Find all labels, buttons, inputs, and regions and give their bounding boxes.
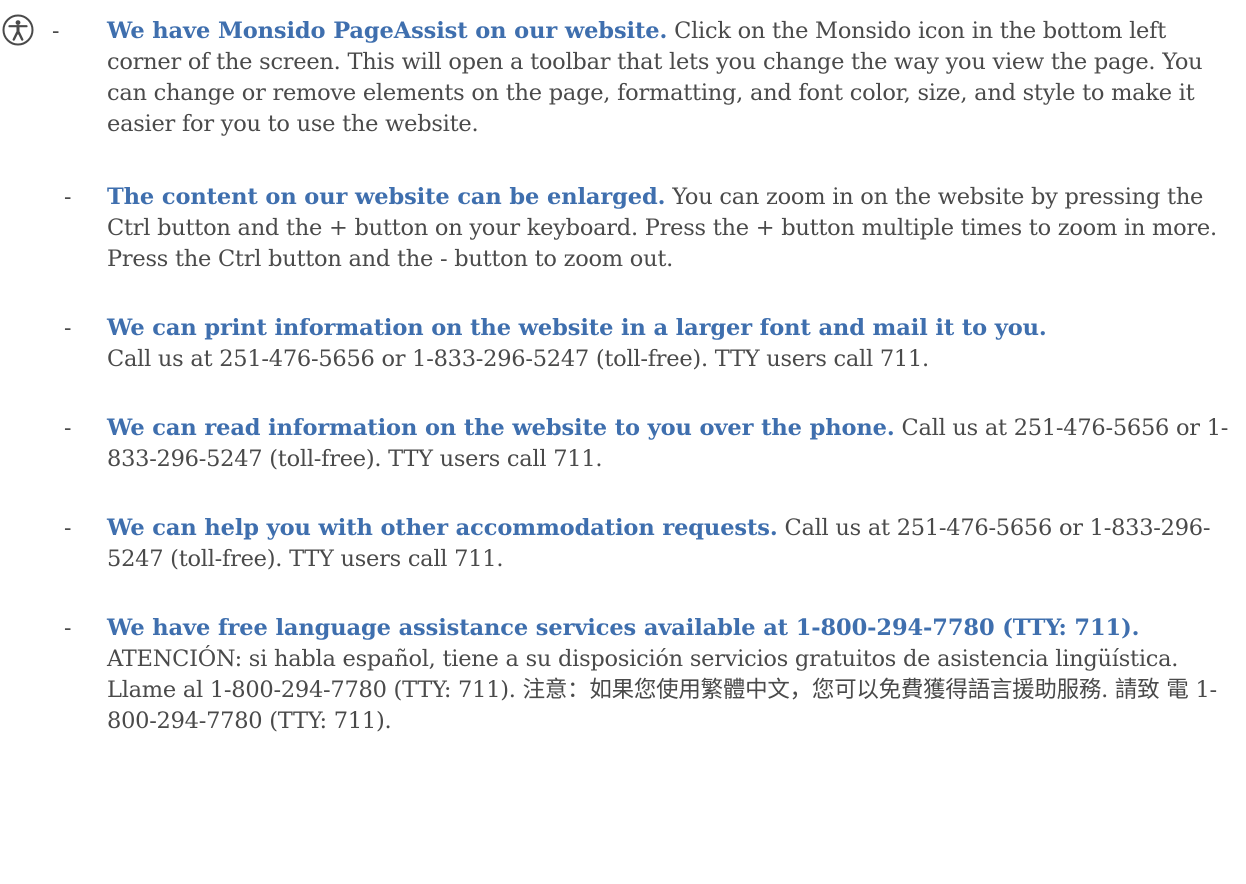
accessibility-options-list: - We have Monsido PageAssist on our webs… [0,0,1246,737]
item-heading: We have Monsido PageAssist on our websit… [107,18,668,44]
item-heading: We can read information on the website t… [107,415,895,441]
list-item: - We can read information on the website… [0,413,1246,475]
bullet-dash: - [64,516,72,541]
list-item: - We have Monsido PageAssist on our webs… [0,16,1246,140]
bullet-dash: - [64,185,72,210]
item-heading: We can print information on the website … [107,315,1047,341]
list-item: - The content on our website can be enla… [0,182,1246,275]
bullet-dash: - [52,19,60,44]
bullet-dash: - [64,616,72,641]
list-item: - We can help you with other accommodati… [0,513,1246,575]
item-heading: We have free language assistance service… [107,615,1140,641]
item-text: Call us at 251-476-5656 or 1-833-296-524… [107,346,929,372]
bullet-dash: - [64,416,72,441]
item-heading: The content on our website can be enlarg… [107,184,666,210]
list-item: - We can print information on the websit… [0,313,1246,375]
bullet-dash: - [64,316,72,341]
item-heading: We can help you with other accommodation… [107,515,778,541]
item-text: ATENCIÓN: si habla español, tiene a su d… [107,646,1217,734]
list-item: - We have free language assistance servi… [0,613,1246,737]
